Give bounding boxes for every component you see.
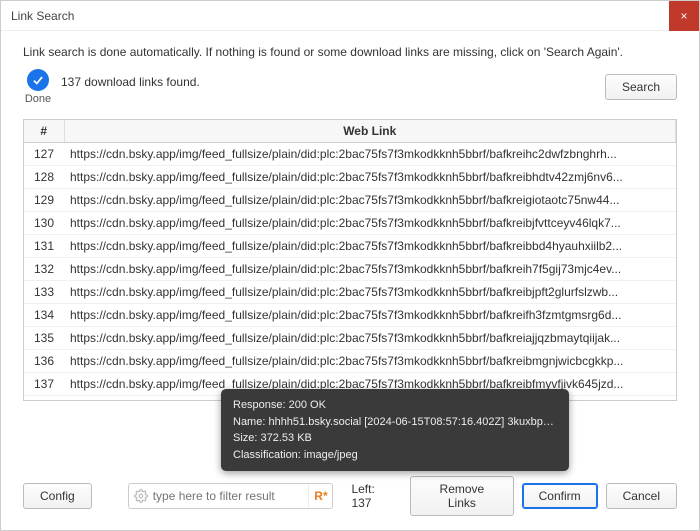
column-header-weblink[interactable]: Web Link: [64, 120, 676, 143]
window-title: Link Search: [11, 9, 669, 23]
status-indicator: Done: [23, 69, 53, 105]
row-number: 137: [24, 373, 64, 396]
gear-icon[interactable]: [129, 489, 153, 503]
titlebar: Link Search ×: [1, 1, 699, 31]
confirm-button[interactable]: Confirm: [522, 483, 598, 509]
close-button[interactable]: ×: [669, 1, 699, 31]
row-number: 127: [24, 143, 64, 166]
done-label: Done: [25, 93, 51, 105]
table-row[interactable]: 134https://cdn.bsky.app/img/feed_fullsiz…: [24, 304, 676, 327]
row-url: https://cdn.bsky.app/img/feed_fullsize/p…: [64, 235, 676, 258]
row-number: 134: [24, 304, 64, 327]
links-found-text: 137 download links found.: [61, 75, 200, 89]
row-url: https://cdn.bsky.app/img/feed_fullsize/p…: [64, 350, 676, 373]
footer: Config R* Left: 137 Remove Links Confirm…: [1, 466, 699, 530]
row-url: https://cdn.bsky.app/img/feed_fullsize/p…: [64, 212, 676, 235]
checkmark-icon: [27, 69, 49, 91]
row-url: https://cdn.bsky.app/img/feed_fullsize/p…: [64, 304, 676, 327]
row-number: 135: [24, 327, 64, 350]
table-row[interactable]: 129https://cdn.bsky.app/img/feed_fullsiz…: [24, 189, 676, 212]
table-row[interactable]: 130https://cdn.bsky.app/img/feed_fullsiz…: [24, 212, 676, 235]
table-row[interactable]: 128https://cdn.bsky.app/img/feed_fullsiz…: [24, 166, 676, 189]
table-row[interactable]: 127https://cdn.bsky.app/img/feed_fullsiz…: [24, 143, 676, 166]
table-row[interactable]: 135https://cdn.bsky.app/img/feed_fullsiz…: [24, 327, 676, 350]
tooltip-name: Name: hhhh51.bsky.social [2024-06-15T08:…: [233, 414, 557, 431]
close-icon: ×: [680, 9, 687, 23]
link-search-window: Link Search × Link search is done automa…: [0, 0, 700, 531]
cancel-button[interactable]: Cancel: [606, 483, 677, 509]
tooltip-size: Size: 372.53 KB: [233, 430, 557, 447]
row-number: 133: [24, 281, 64, 304]
regex-toggle[interactable]: R*: [308, 484, 332, 508]
row-number: 128: [24, 166, 64, 189]
config-button[interactable]: Config: [23, 483, 92, 509]
table-row[interactable]: 133https://cdn.bsky.app/img/feed_fullsiz…: [24, 281, 676, 304]
remove-links-button[interactable]: Remove Links: [410, 476, 513, 516]
row-url: https://cdn.bsky.app/img/feed_fullsize/p…: [64, 189, 676, 212]
tooltip-classification: Classification: image/jpeg: [233, 447, 557, 464]
table-body: 127https://cdn.bsky.app/img/feed_fullsiz…: [24, 143, 676, 397]
row-number: 132: [24, 258, 64, 281]
status-row: Done 137 download links found. Search: [1, 69, 699, 113]
row-url: https://cdn.bsky.app/img/feed_fullsize/p…: [64, 281, 676, 304]
row-number: 130: [24, 212, 64, 235]
row-url: https://cdn.bsky.app/img/feed_fullsize/p…: [64, 327, 676, 350]
row-url: https://cdn.bsky.app/img/feed_fullsize/p…: [64, 258, 676, 281]
row-number: 129: [24, 189, 64, 212]
links-table: # Web Link 127https://cdn.bsky.app/img/f…: [24, 120, 676, 397]
row-url: https://cdn.bsky.app/img/feed_fullsize/p…: [64, 166, 676, 189]
column-header-number[interactable]: #: [24, 120, 64, 143]
filter-box: R*: [128, 483, 334, 509]
table-row[interactable]: 131https://cdn.bsky.app/img/feed_fullsiz…: [24, 235, 676, 258]
row-number: 136: [24, 350, 64, 373]
row-url: https://cdn.bsky.app/img/feed_fullsize/p…: [64, 143, 676, 166]
filter-input[interactable]: [153, 484, 309, 508]
table-row[interactable]: 132https://cdn.bsky.app/img/feed_fullsiz…: [24, 258, 676, 281]
search-button[interactable]: Search: [605, 74, 677, 100]
row-number: 131: [24, 235, 64, 258]
links-table-container: # Web Link 127https://cdn.bsky.app/img/f…: [23, 119, 677, 401]
left-count: Left: 137: [351, 482, 394, 510]
table-row[interactable]: 136https://cdn.bsky.app/img/feed_fullsiz…: [24, 350, 676, 373]
info-text: Link search is done automatically. If no…: [1, 31, 699, 69]
tooltip-response: Response: 200 OK: [233, 397, 557, 414]
link-tooltip: Response: 200 OK Name: hhhh51.bsky.socia…: [221, 389, 569, 471]
